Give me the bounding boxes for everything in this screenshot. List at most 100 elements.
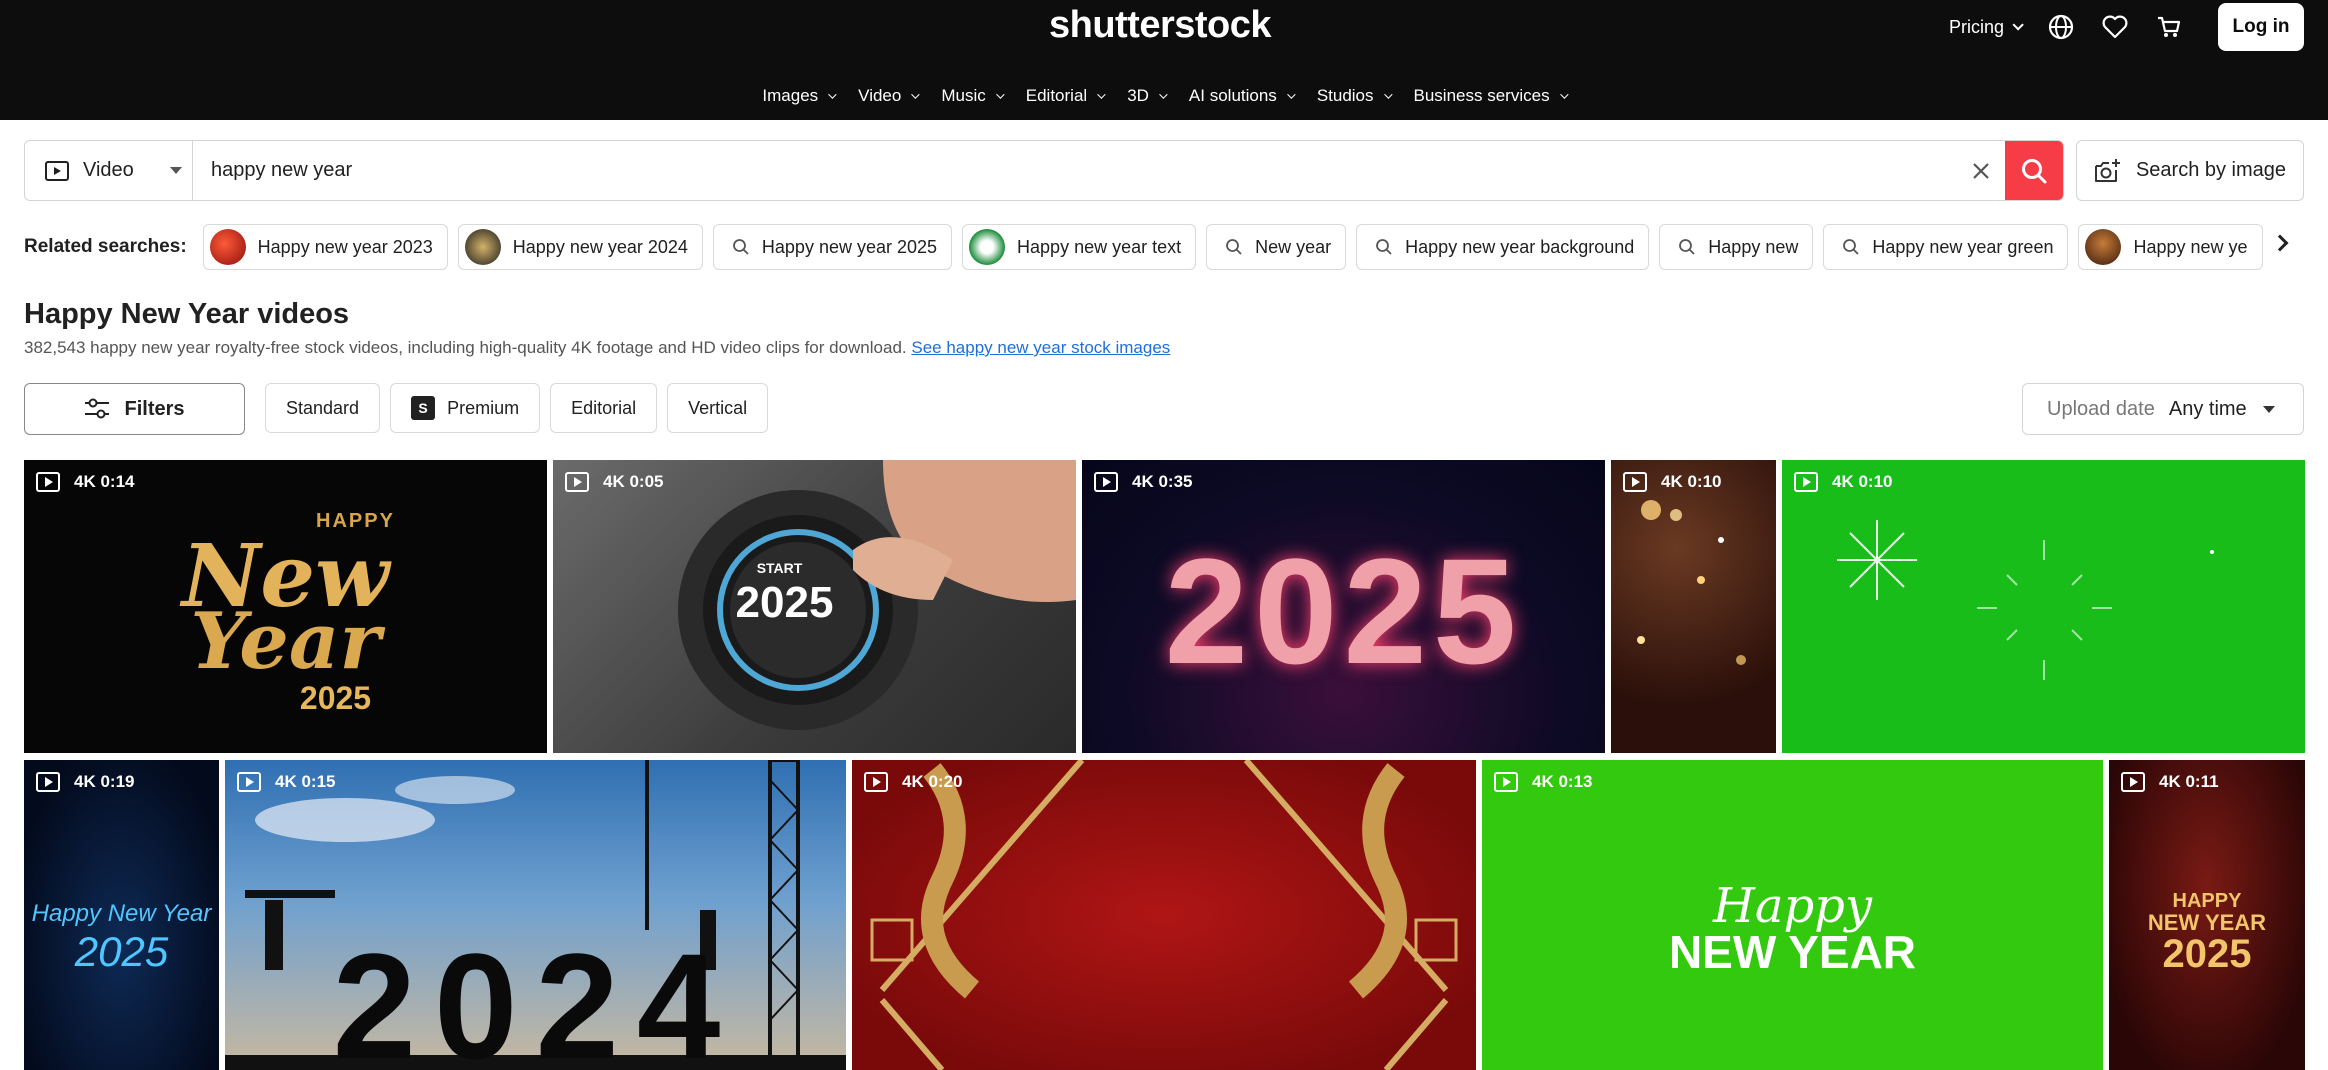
upload-date-select[interactable]: Upload date Any time xyxy=(2022,383,2304,435)
golden-snake-frame xyxy=(870,760,1458,1070)
chip-label: Happy new year green xyxy=(1872,236,2054,257)
tile-caption: 2025 xyxy=(1164,527,1523,695)
search-row: Video Search by image xyxy=(24,140,2304,201)
video-tile[interactable]: 4K 0:10 xyxy=(1611,460,1776,753)
page-title: Happy New Year videos xyxy=(24,298,350,330)
video-badge: 4K 0:14 xyxy=(36,472,134,492)
tile-caption: 2025 xyxy=(2162,932,2252,976)
nav-images[interactable]: Images xyxy=(762,78,837,114)
cart-icon[interactable] xyxy=(2154,12,2184,42)
search-icon xyxy=(1376,239,1392,255)
nav-label: AI solutions xyxy=(1188,86,1277,105)
results-summary: 382,543 happy new year royalty-free stoc… xyxy=(24,338,1170,358)
related-chip[interactable]: Happy new year 2025 xyxy=(712,224,953,270)
play-icon xyxy=(1623,472,1647,492)
clear-search-button[interactable] xyxy=(1957,141,2005,200)
related-chip[interactable]: Happy new year background xyxy=(1356,224,1650,270)
search-icon xyxy=(1843,239,1859,255)
video-tile[interactable]: START 2025 4K 0:05 xyxy=(553,460,1076,753)
video-tile[interactable]: 2024 4K 0:15 xyxy=(225,760,846,1070)
video-tile[interactable]: HAPPY New Year 2025 4K 0:14 xyxy=(24,460,547,753)
filters-button[interactable]: Filters xyxy=(24,383,245,435)
filter-premium-label: Premium xyxy=(447,397,520,418)
sliders-icon xyxy=(85,398,110,419)
chip-thumbnail xyxy=(969,229,1006,265)
related-chip[interactable]: New year xyxy=(1206,224,1347,270)
pricing-menu[interactable]: Pricing xyxy=(1948,16,2024,38)
play-icon xyxy=(1494,772,1518,792)
pricing-label: Pricing xyxy=(1948,16,2004,37)
stock-images-link[interactable]: See happy new year stock images xyxy=(911,338,1170,357)
caret-down-icon xyxy=(169,167,182,174)
video-badge: 4K 0:15 xyxy=(237,772,335,792)
chevron-down-icon xyxy=(1159,90,1168,99)
video-tile[interactable]: 2025 4K 0:35 xyxy=(1082,460,1605,753)
video-icon xyxy=(45,160,69,181)
nav-label: Editorial xyxy=(1025,86,1088,105)
video-duration: 4K 0:14 xyxy=(74,472,135,491)
upload-date-label: Upload date xyxy=(2047,397,2155,420)
nav-editorial[interactable]: Editorial xyxy=(1025,78,1106,114)
search-by-image-button[interactable]: Search by image xyxy=(2076,140,2304,201)
video-tile[interactable]: Happy NEW YEAR 4K 0:13 xyxy=(1482,760,2103,1070)
related-chip[interactable]: Happy new year 2024 xyxy=(457,224,703,270)
video-tile[interactable]: 4K 0:10 xyxy=(1782,460,2305,753)
video-duration: 4K 0:10 xyxy=(1832,472,1893,491)
shutterstock-logo[interactable]: shutterstock xyxy=(1040,4,1280,47)
bokeh-illustration xyxy=(1637,500,1746,665)
play-icon xyxy=(36,472,60,492)
video-duration: 4K 0:20 xyxy=(902,772,963,791)
chip-label: Happy new year 2024 xyxy=(512,236,688,257)
chevron-down-icon xyxy=(995,90,1005,99)
video-duration: 4K 0:10 xyxy=(1661,472,1722,491)
chip-label: New year xyxy=(1255,236,1332,257)
video-badge: 4K 0:11 xyxy=(2121,772,2219,792)
media-type-select[interactable]: Video xyxy=(25,141,193,200)
results-count-text: 382,543 happy new year royalty-free stoc… xyxy=(24,338,907,357)
video-tile[interactable]: 4K 0:20 xyxy=(852,760,1476,1070)
filter-vertical[interactable]: Vertical xyxy=(667,383,769,433)
filter-editorial[interactable]: Editorial xyxy=(550,383,658,433)
video-badge: 4K 0:10 xyxy=(1794,472,1892,492)
chevron-down-icon xyxy=(1286,90,1296,99)
play-icon xyxy=(565,472,589,492)
nav-music[interactable]: Music xyxy=(941,78,1005,114)
chevron-down-icon xyxy=(828,90,837,99)
video-badge: 4K 0:10 xyxy=(1623,472,1721,492)
header-actions: Pricing Log in xyxy=(1948,3,2304,51)
nav-label: Business services xyxy=(1413,86,1550,105)
login-button[interactable]: Log in xyxy=(2218,3,2304,51)
nav-label: 3D xyxy=(1127,86,1149,105)
related-chip[interactable]: Happy new ye xyxy=(2078,224,2263,270)
nav-3d[interactable]: 3D xyxy=(1127,78,1168,114)
video-tile[interactable]: Happy New Year 2025 4K 0:19 xyxy=(24,760,219,1070)
video-badge: 4K 0:13 xyxy=(1494,772,1592,792)
nav-studios[interactable]: Studios xyxy=(1316,78,1393,114)
nav-label: Studios xyxy=(1316,86,1374,105)
globe-icon[interactable] xyxy=(2046,12,2076,42)
related-chip[interactable]: Happy new xyxy=(1659,224,1814,270)
nav-video[interactable]: Video xyxy=(858,78,921,114)
video-tile[interactable]: HAPPY NEW YEAR 2025 4K 0:11 xyxy=(2109,760,2305,1070)
filters-label: Filters xyxy=(124,397,185,420)
search-input[interactable] xyxy=(193,141,1957,200)
video-duration: 4K 0:05 xyxy=(603,472,664,491)
premium-badge: S xyxy=(411,396,436,420)
play-icon xyxy=(237,772,261,792)
related-chip[interactable]: Happy new year text xyxy=(962,224,1197,270)
related-chip[interactable]: Happy new year green xyxy=(1823,224,2069,270)
play-icon xyxy=(1094,472,1118,492)
search-button[interactable] xyxy=(2005,141,2063,200)
close-icon xyxy=(1973,162,1989,179)
nav-business-services[interactable]: Business services xyxy=(1413,78,1569,114)
nav-ai-solutions[interactable]: AI solutions xyxy=(1188,78,1296,114)
search-icon xyxy=(733,239,749,255)
related-chip[interactable]: Happy new year 2023 xyxy=(202,224,448,270)
chip-label: Happy new year background xyxy=(1405,236,1635,257)
nav-label: Video xyxy=(858,86,902,105)
heart-icon[interactable] xyxy=(2100,12,2130,42)
filter-standard[interactable]: Standard xyxy=(265,383,381,433)
filter-premium[interactable]: S Premium xyxy=(390,383,541,433)
search-by-image-label: Search by image xyxy=(2135,159,2287,181)
chip-label: Happy new year 2023 xyxy=(257,236,433,257)
